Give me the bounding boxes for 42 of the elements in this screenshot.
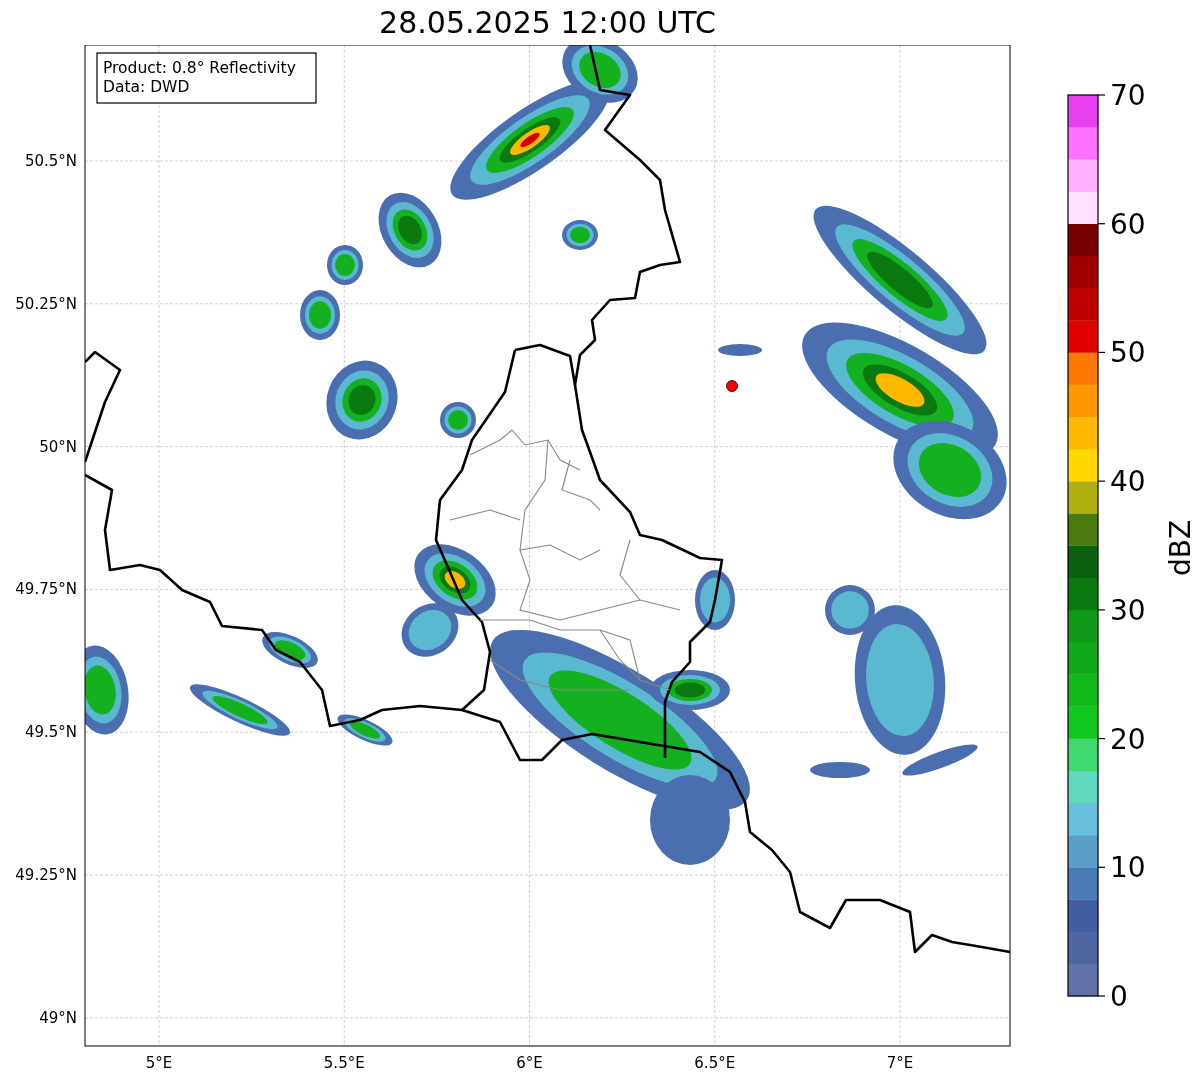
radar-echo xyxy=(262,632,318,668)
radar-site-marker xyxy=(726,380,738,392)
info-text: Product: 0.8° Reflectivity xyxy=(103,59,296,77)
tick-mark xyxy=(1097,351,1106,354)
radar-echo xyxy=(440,402,476,438)
axis-tick-label: 7°E xyxy=(886,1054,914,1072)
tick-mark xyxy=(1097,995,1106,997)
radar-echo xyxy=(337,714,393,746)
axis-tick-label: 6.5°E xyxy=(694,1054,736,1072)
info-text: Data: DWD xyxy=(103,78,190,96)
colorbar-tick-label: 30 xyxy=(1110,593,1146,627)
axis-tick-label: 6°E xyxy=(516,1054,543,1072)
axis-tick-label: 5.5°E xyxy=(323,1054,365,1072)
axis-tick-label: 49°N xyxy=(39,1008,77,1027)
tick-mark xyxy=(1097,609,1106,611)
axis-tick-label: 50.5°N xyxy=(24,152,77,170)
radar-echo xyxy=(401,603,459,657)
colorbar-tick-label: 20 xyxy=(1110,722,1146,756)
axis-tick-label: 49.25°N xyxy=(15,866,77,884)
tick-mark xyxy=(1097,94,1106,96)
tick-mark xyxy=(1097,866,1106,868)
colorbar-tick-label: 50 xyxy=(1110,336,1146,370)
axis-tick-label: 50°N xyxy=(39,437,77,456)
axis-tick-label: 5°E xyxy=(145,1054,173,1072)
colorbar-tick-label: 10 xyxy=(1110,851,1146,885)
radar-echo xyxy=(562,220,598,250)
radar-echo xyxy=(810,762,870,778)
colorbar-tick-label: 60 xyxy=(1110,207,1146,241)
colorbar-label: dBZ xyxy=(1164,519,1197,577)
tick-mark xyxy=(1097,223,1106,225)
colorbar-tick-label: 40 xyxy=(1110,465,1146,499)
axis-tick-label: 49.5°N xyxy=(24,723,77,742)
radar-echo xyxy=(300,290,340,340)
axis-tick-label: 49.75°N xyxy=(15,580,77,599)
tick-mark xyxy=(1097,480,1106,482)
axis-tick-label: 50.25°N xyxy=(15,294,77,313)
colorbar-tick-label: 0 xyxy=(1110,980,1128,1013)
tick-mark xyxy=(1097,737,1106,740)
colorbar-tick-label: 70 xyxy=(1110,79,1146,112)
radar-echo xyxy=(327,245,363,285)
radar-echo xyxy=(718,344,762,356)
chart-title: 28.05.2025 12:00 UTC xyxy=(379,7,716,38)
